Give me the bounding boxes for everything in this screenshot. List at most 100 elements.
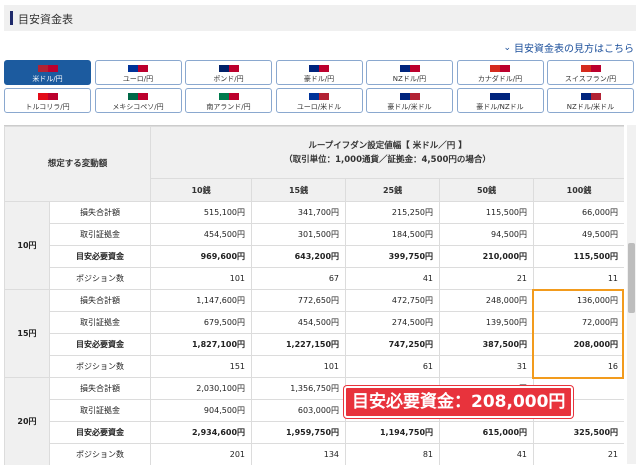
metric-name: 損失合計額: [50, 202, 151, 224]
metric-name: 目安必要資金: [50, 246, 151, 268]
metric-name: 損失合計額: [50, 290, 151, 312]
value-cell: 67: [252, 268, 346, 290]
value-cell: 2,030,100円: [151, 378, 252, 400]
help-link-label[interactable]: 目安資金表の見方はこちら: [514, 40, 634, 55]
table-corner-header: 想定する変動額: [5, 127, 151, 202]
value-cell: 139,500円: [440, 312, 534, 334]
flag-icon: [581, 93, 591, 100]
pair-flags: [5, 63, 90, 75]
flag-icon: [48, 93, 58, 100]
pair-button-11[interactable]: 豪ドル/米ドル: [366, 88, 453, 113]
metric-name: 目安必要資金: [50, 334, 151, 356]
column-header: 25銭: [346, 179, 440, 202]
value-cell: 1,959,750円: [252, 422, 346, 444]
value-cell: 66,000円: [534, 202, 624, 224]
pair-label: ユーロ/米ドル: [277, 103, 362, 112]
group-label: 15円: [5, 290, 50, 378]
value-cell: 210,000円: [440, 246, 534, 268]
metric-name: ポジション数: [50, 268, 151, 290]
metric-name: ポジション数: [50, 444, 151, 465]
pair-button-13[interactable]: NZドル/米ドル: [547, 88, 634, 113]
pair-button-6[interactable]: スイスフラン/円: [547, 60, 634, 85]
flag-icon: [219, 65, 229, 72]
flag-icon: [229, 93, 239, 100]
title-accent-bar: [10, 11, 13, 25]
value-cell: 21: [440, 268, 534, 290]
flag-icon: [490, 93, 500, 100]
value-cell: 515,100円: [151, 202, 252, 224]
value-cell: 49,500円: [534, 224, 624, 246]
pair-button-9[interactable]: 南アランド/円: [185, 88, 272, 113]
value-cell: 81: [346, 444, 440, 465]
value-cell: 603,000円: [252, 400, 346, 422]
value-cell: 21: [534, 444, 624, 465]
scrollbar-thumb[interactable]: [628, 243, 635, 313]
value-cell: 115,500円: [534, 246, 624, 268]
value-cell: 643,200円: [252, 246, 346, 268]
value-cell: 969,600円: [151, 246, 252, 268]
value-cell: 325,500円: [534, 422, 624, 444]
pair-flags: [96, 63, 181, 75]
value-cell: 1,827,100円: [151, 334, 252, 356]
callout-label: 目安必要資金：208,000円: [344, 386, 573, 418]
pair-button-8[interactable]: メキシコペソ/円: [95, 88, 182, 113]
pair-label: カナダドル/円: [458, 75, 543, 84]
metric-name: ポジション数: [50, 356, 151, 378]
pair-label: NZドル/米ドル: [548, 103, 633, 112]
table-row: 取引証拠金679,500円454,500円274,500円139,500円72,…: [5, 312, 625, 334]
value-cell: 72,000円: [534, 312, 624, 334]
value-cell: 747,250円: [346, 334, 440, 356]
flag-icon: [410, 65, 420, 72]
value-cell: 454,500円: [252, 312, 346, 334]
pair-label: スイスフラン/円: [548, 75, 633, 84]
value-cell: 184,500円: [346, 224, 440, 246]
pair-flags: [277, 91, 362, 103]
pair-label: 豪ドル/NZドル: [458, 103, 543, 112]
pair-button-3[interactable]: 豪ドル/円: [276, 60, 363, 85]
table-scrollbar[interactable]: [627, 125, 636, 464]
flag-icon: [319, 93, 329, 100]
value-cell: 208,000円: [534, 334, 624, 356]
pair-button-12[interactable]: 豪ドル/NZドル: [457, 88, 544, 113]
pair-button-7[interactable]: トルコリラ/円: [4, 88, 91, 113]
table-row: ポジション数151101613116: [5, 356, 625, 378]
flag-icon: [128, 65, 138, 72]
value-cell: 274,500円: [346, 312, 440, 334]
value-cell: 115,500円: [440, 202, 534, 224]
value-cell: 201: [151, 444, 252, 465]
pair-label: 米ドル/円: [5, 75, 90, 84]
pair-flags: [548, 91, 633, 103]
value-cell: 16: [534, 356, 624, 378]
table-row: ポジション数10167412111: [5, 268, 625, 290]
pair-button-0[interactable]: 米ドル/円: [4, 60, 91, 85]
value-cell: 101: [151, 268, 252, 290]
column-header: 10銭: [151, 179, 252, 202]
table-title-line2: （取引単位：1,000通貨／証拠金：4,500円の場合）: [157, 153, 618, 167]
pair-label: ユーロ/円: [96, 75, 181, 84]
pair-button-5[interactable]: カナダドル/円: [457, 60, 544, 85]
value-cell: 41: [346, 268, 440, 290]
flag-icon: [400, 93, 410, 100]
metric-name: 損失合計額: [50, 378, 151, 400]
pair-button-4[interactable]: NZドル/円: [366, 60, 453, 85]
flag-icon: [591, 93, 601, 100]
help-link[interactable]: ⌄ 目安資金表の見方はこちら: [503, 40, 634, 55]
pair-flags: [367, 63, 452, 75]
value-cell: 11: [534, 268, 624, 290]
value-cell: 94,500円: [440, 224, 534, 246]
flag-icon: [309, 93, 319, 100]
value-cell: 61: [346, 356, 440, 378]
pair-flags: [96, 91, 181, 103]
pair-label: NZドル/円: [367, 75, 452, 84]
value-cell: 341,700円: [252, 202, 346, 224]
table-row: 10円損失合計額515,100円341,700円215,250円115,500円…: [5, 202, 625, 224]
chevron-down-icon: ⌄: [503, 43, 511, 53]
flag-icon: [319, 65, 329, 72]
flag-icon: [219, 93, 229, 100]
flag-icon: [229, 65, 239, 72]
pair-button-1[interactable]: ユーロ/円: [95, 60, 182, 85]
pair-button-10[interactable]: ユーロ/米ドル: [276, 88, 363, 113]
flag-icon: [138, 93, 148, 100]
pair-button-2[interactable]: ポンド/円: [185, 60, 272, 85]
pair-flags: [5, 91, 90, 103]
